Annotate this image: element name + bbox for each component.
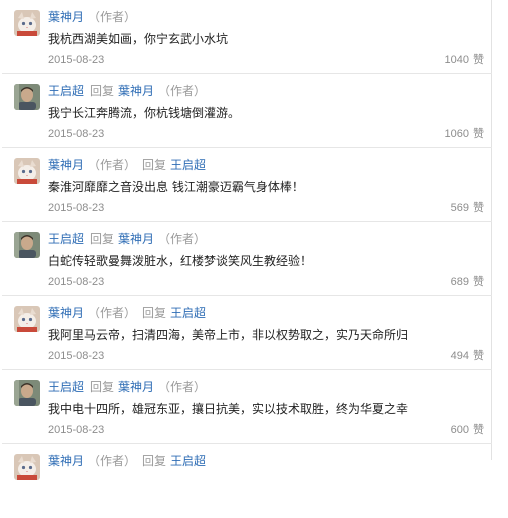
comment-date: 2015-08-23 — [48, 202, 105, 214]
reply-label: 回复 — [90, 84, 115, 98]
author-name-link[interactable]: 葉神月 — [48, 158, 84, 172]
reply-target-link[interactable]: 王启超 — [170, 158, 206, 172]
author-tag: （作者） — [158, 232, 207, 246]
like-count: 689 — [450, 276, 469, 288]
comment-meta: 王启超 回复 葉神月 （作者） — [48, 378, 206, 396]
author-name-link[interactable]: 王启超 — [48, 232, 84, 246]
author-tag: （作者） — [88, 158, 137, 172]
comment-date: 2015-08-23 — [48, 350, 105, 362]
reply-target-link[interactable]: 王启超 — [170, 306, 206, 320]
like-button[interactable]: 494 赞 — [451, 348, 484, 364]
author-name-link[interactable]: 葉神月 — [48, 454, 84, 468]
comment-date: 2015-08-23 — [48, 424, 105, 436]
comment-item: 葉神月 （作者） 回复 王启超 — [2, 444, 492, 518]
comment-text: 我中电十四所，雄冠东亚，攘日抗美，实以技术取胜，终为华夏之幸 — [48, 402, 409, 416]
author-tag: （作者） — [158, 380, 207, 394]
like-button[interactable]: 1060 赞 — [445, 126, 484, 142]
author-name-link[interactable]: 葉神月 — [48, 306, 84, 320]
man-avatar[interactable] — [14, 380, 40, 406]
comment-date: 2015-08-23 — [48, 128, 105, 140]
like-button[interactable]: 689 赞 — [451, 274, 484, 290]
reply-target-link[interactable]: 王启超 — [170, 454, 206, 468]
reply-target-link[interactable]: 葉神月 — [118, 232, 154, 246]
comment-meta: 葉神月 （作者） 回复 王启超 — [48, 452, 206, 470]
like-label: 赞 — [473, 127, 484, 140]
comment-text: 我杭西湖美如画，你宁玄武小水坑 — [48, 32, 229, 46]
comment-item: 葉神月 （作者） 回复 王启超 秦淮河靡靡之音没出息 钱江潮豪迈霸气身体棒！ 2015… — [2, 148, 492, 222]
comment-meta: 葉神月 （作者） 回复 王启超 — [48, 156, 206, 174]
like-label: 赞 — [473, 201, 484, 214]
like-button[interactable]: 600 赞 — [451, 422, 484, 438]
like-count: 1040 — [444, 54, 469, 66]
comment-item: 葉神月 （作者） 我杭西湖美如画，你宁玄武小水坑 2015-08-23 1040 赞 — [2, 0, 492, 74]
comment-meta: 王启超 回复 葉神月 （作者） — [48, 82, 206, 100]
like-label: 赞 — [473, 423, 484, 436]
comment-item: 王启超 回复 葉神月 （作者） 我中电十四所，雄冠东亚，攘日抗美，实以技术取胜，终为华… — [2, 370, 492, 444]
author-tag: （作者） — [88, 454, 137, 468]
comment-item: 王启超 回复 葉神月 （作者） 白蛇传轻歌曼舞泼脏水，红楼梦谈笑风生教经验！ 2015… — [2, 222, 492, 296]
reply-label: 回复 — [142, 306, 167, 320]
comment-text: 秦淮河靡靡之音没出息 钱江潮豪迈霸气身体棒！ — [48, 180, 304, 194]
like-button[interactable]: 1040 赞 — [445, 52, 484, 68]
cat-avatar[interactable] — [14, 10, 40, 36]
comment-meta: 葉神月 （作者） 回复 王启超 — [48, 304, 206, 322]
cat-avatar[interactable] — [14, 454, 40, 480]
author-tag: （作者） — [158, 84, 207, 98]
like-count: 569 — [450, 202, 469, 214]
reply-label: 回复 — [90, 232, 115, 246]
author-tag: （作者） — [88, 10, 137, 24]
cat-avatar[interactable] — [14, 306, 40, 332]
cat-avatar[interactable] — [14, 158, 40, 184]
comment-item: 王启超 回复 葉神月 （作者） 我宁长江奔腾流，你杭钱塘倒灌游。 2015-08-23… — [2, 74, 492, 148]
reply-target-link[interactable]: 葉神月 — [118, 84, 154, 98]
like-count: 494 — [450, 350, 469, 362]
like-button[interactable]: 569 赞 — [451, 200, 484, 216]
like-count: 600 — [450, 424, 469, 436]
comment-text: 我阿里马云帝，扫清四海，美帝上市，非以权势取之，实乃天命所归 — [48, 328, 409, 342]
author-tag: （作者） — [88, 306, 137, 320]
comment-text: 白蛇传轻歌曼舞泼脏水，红楼梦谈笑风生教经验！ — [48, 254, 313, 268]
comment-meta: 葉神月 （作者） — [48, 8, 136, 26]
like-count: 1060 — [444, 128, 469, 140]
comment-list: 葉神月 （作者） 我杭西湖美如画，你宁玄武小水坑 2015-08-23 1040 赞… — [2, 0, 492, 480]
like-label: 赞 — [473, 275, 484, 288]
reply-target-link[interactable]: 葉神月 — [118, 380, 154, 394]
like-label: 赞 — [473, 349, 484, 362]
like-label: 赞 — [473, 53, 484, 66]
comment-text: 我宁长江奔腾流，你杭钱塘倒灌游。 — [48, 106, 241, 120]
comment-item: 葉神月 （作者） 回复 王启超 我阿里马云帝，扫清四海，美帝上市，非以权势取之，实乃天… — [2, 296, 492, 370]
reply-label: 回复 — [90, 380, 115, 394]
author-name-link[interactable]: 王启超 — [48, 380, 84, 394]
man-avatar[interactable] — [14, 84, 40, 110]
reply-label: 回复 — [142, 454, 167, 468]
man-avatar[interactable] — [14, 232, 40, 258]
comment-date: 2015-08-23 — [48, 276, 105, 288]
comment-meta: 王启超 回复 葉神月 （作者） — [48, 230, 206, 248]
author-name-link[interactable]: 葉神月 — [48, 10, 84, 24]
comment-date: 2015-08-23 — [48, 54, 105, 66]
reply-label: 回复 — [142, 158, 167, 172]
author-name-link[interactable]: 王启超 — [48, 84, 84, 98]
